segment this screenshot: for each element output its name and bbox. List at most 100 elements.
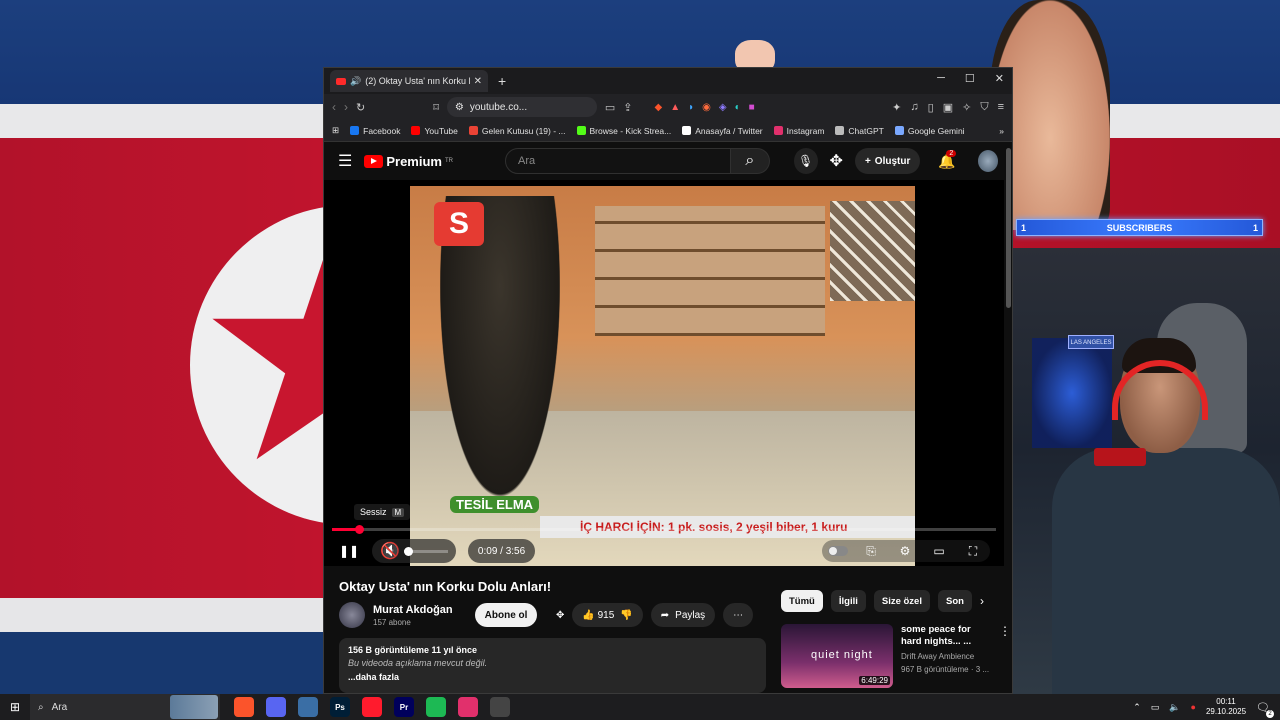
progress-scrubber[interactable] (354, 525, 364, 534)
brave-shield-icon[interactable]: ◆ (655, 102, 663, 113)
muted-speaker-icon[interactable]: 🔇 (380, 541, 400, 561)
reload-icon[interactable]: ↻ (356, 101, 365, 114)
notification-center-icon[interactable]: 🗨 2 (1256, 701, 1274, 718)
more-actions-button[interactable]: ⋯ (723, 603, 754, 627)
taskbar-app-icon[interactable] (362, 697, 382, 717)
new-tab-button[interactable]: + (498, 73, 506, 89)
voice-search-button[interactable]: 🎙 (793, 148, 818, 174)
like-button[interactable]: 👍 915 (582, 610, 614, 621)
subscribe-button[interactable]: Abone ol (474, 603, 538, 627)
extensions-icon[interactable]: ✦ (892, 101, 901, 114)
sidebar-icon[interactable]: ▯ (928, 101, 934, 114)
maximize-icon[interactable]: ☐ (965, 72, 975, 85)
chip-all[interactable]: Tümü (781, 590, 823, 612)
dislike-button[interactable]: 👎 (620, 610, 632, 621)
taskbar-app-icon[interactable]: Ps (330, 697, 350, 717)
tray-chevron-icon[interactable]: ⌃ (1133, 702, 1141, 713)
subtitles-icon[interactable]: ⎘ (860, 540, 882, 562)
taskbar-app-icon[interactable] (490, 697, 510, 717)
channel-avatar[interactable] (339, 602, 365, 628)
bookmark-chatgpt[interactable]: ChatGPT (835, 126, 884, 136)
menu-icon[interactable]: ≡ (998, 101, 1004, 114)
apps-grid-icon[interactable]: ⊞ (332, 125, 339, 136)
search-input[interactable]: Ara (504, 148, 732, 174)
brave-rewards-icon[interactable]: ▲ (670, 102, 680, 113)
windows-start-icon[interactable]: ⊞ (0, 700, 30, 714)
taskbar-app-icon[interactable]: Pr (394, 697, 414, 717)
chevron-right-icon[interactable]: › (980, 594, 984, 608)
bookmark-facebook[interactable]: Facebook (350, 126, 400, 136)
chip-for-you[interactable]: Size özel (873, 590, 930, 612)
close-tab-icon[interactable]: ✕ (474, 76, 482, 87)
taskbar-search[interactable]: ⌕ Ara (30, 694, 220, 720)
taskbar-app-icon[interactable] (234, 697, 254, 717)
extension-icon-4[interactable]: ◐ (735, 102, 741, 113)
extension-icon-5[interactable]: ■ (749, 102, 755, 113)
extension-icon-3[interactable]: ◈ (719, 102, 727, 113)
channel-name[interactable]: Murat Akdoğan (373, 604, 453, 616)
chip-related[interactable]: İlgili (830, 590, 866, 612)
media-icon[interactable]: ♫ (910, 101, 918, 114)
recommended-video[interactable]: quiet night 6:49:29 some peace for hard … (781, 624, 1011, 688)
site-info-icon[interactable]: ⚙ (455, 102, 464, 113)
video-player[interactable]: S TESİL ELMA İÇ HARCI İÇİN: 1 pk. sosis,… (324, 180, 1004, 566)
leo-icon[interactable]: ✧ (962, 101, 971, 114)
volume-knob[interactable] (403, 546, 413, 556)
search-button[interactable]: ⌕ (731, 148, 770, 174)
minimize-icon[interactable]: ─ (937, 72, 945, 85)
progress-bar[interactable] (332, 525, 996, 534)
recommended-thumbnail[interactable]: quiet night 6:49:29 (781, 624, 893, 688)
volume-control[interactable]: 🔇 (372, 539, 456, 563)
bookmark-page-icon[interactable]: ⌑ (433, 101, 439, 114)
forward-icon[interactable]: › (344, 100, 348, 114)
bookmark-twitter[interactable]: Anasayfa / Twitter (682, 126, 763, 136)
autoplay-toggle[interactable] (828, 546, 848, 556)
description-box[interactable]: 156 B görüntüleme 11 yıl önce Bu videoda… (339, 638, 766, 693)
cast-icon[interactable]: ▭ (605, 101, 615, 114)
account-avatar[interactable] (977, 150, 998, 172)
extension-puzzle-icon[interactable]: ✥ (830, 151, 843, 171)
bookmark-instagram[interactable]: Instagram (773, 126, 824, 136)
vpn-icon[interactable]: ⛉ (980, 101, 988, 114)
page-scrollbar[interactable] (1006, 148, 1011, 308)
theater-mode-icon[interactable]: ▭ (928, 540, 950, 562)
close-window-icon[interactable]: ✕ (995, 72, 1004, 85)
bookmark-youtube[interactable]: YouTube (411, 126, 458, 136)
back-icon[interactable]: ‹ (332, 100, 336, 114)
taskbar-app-icon[interactable] (458, 697, 478, 717)
recommended-title[interactable]: some peace for hard nights... ... (901, 624, 991, 648)
recommendation-menu-icon[interactable]: ⋮ (999, 624, 1011, 688)
bookmark-kick[interactable]: Browse - Kick Strea... (576, 126, 671, 136)
volume-slider[interactable] (403, 546, 448, 556)
extension-icon-1[interactable]: ◗ (688, 102, 694, 113)
url-bar[interactable]: ⚙ youtube.co... (446, 97, 597, 117)
hamburger-menu-icon[interactable]: ☰ (338, 151, 352, 171)
extension-icon-2[interactable]: ◉ (702, 102, 711, 113)
video-frame[interactable]: S TESİL ELMA İÇ HARCI İÇİN: 1 pk. sosis,… (410, 186, 915, 566)
notifications-button[interactable]: 🔔 2 (938, 149, 957, 170)
browser-tab[interactable]: 🔊 (2) Oktay Usta' nın Korku Dolu ✕ (330, 70, 488, 92)
fullscreen-icon[interactable]: ⛶ (962, 540, 984, 562)
extension-action-icon[interactable]: ✥ (556, 610, 564, 621)
wallet-icon[interactable]: ▣ (943, 101, 953, 114)
pause-icon[interactable]: ❚❚ (338, 540, 360, 562)
more-bookmarks-icon[interactable]: » (999, 126, 1004, 136)
chip-recent[interactable]: Son (937, 590, 972, 612)
network-icon[interactable]: ▭ (1151, 702, 1160, 713)
taskbar-app-icon[interactable] (298, 697, 318, 717)
bookmark-gemini[interactable]: Google Gemini (894, 126, 965, 136)
taskbar-app-icon[interactable] (426, 697, 446, 717)
system-clock[interactable]: 00:11 29.10.2025 (1206, 697, 1246, 717)
volume-icon[interactable]: 🔈 (1169, 702, 1180, 713)
share-icon[interactable]: ⇪ (623, 101, 632, 114)
taskbar-app-icon[interactable] (266, 697, 286, 717)
bookmark-gmail[interactable]: Gelen Kutusu (19) - ... (468, 126, 566, 136)
create-button[interactable]: + Oluştur (854, 148, 921, 174)
recommended-channel[interactable]: Drift Away Ambience (901, 652, 991, 661)
speaker-icon[interactable]: 🔊 (350, 76, 361, 87)
share-button[interactable]: ➦ Paylaş (650, 603, 716, 627)
show-more-link[interactable]: ...daha fazla (348, 672, 757, 682)
youtube-logo[interactable]: Premium TR (364, 154, 453, 169)
settings-gear-icon[interactable]: ⚙ (894, 540, 916, 562)
recording-indicator-icon[interactable]: ● (1191, 702, 1196, 712)
